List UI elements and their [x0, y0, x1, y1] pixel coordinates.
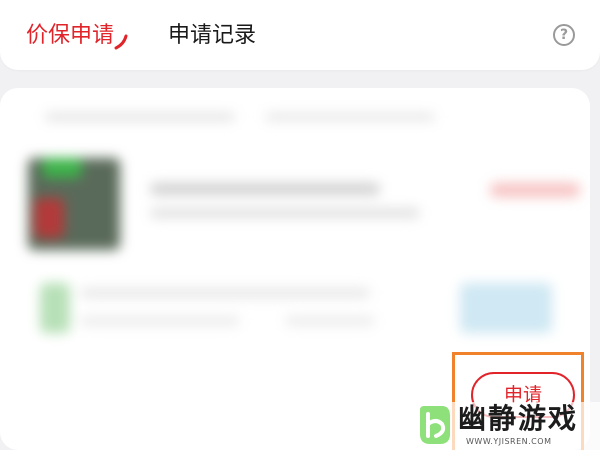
blurred-text [285, 316, 375, 326]
tab-price-protection-apply[interactable]: 价保申请 [26, 22, 114, 50]
blurred-product-title [150, 183, 380, 195]
blurred-price [490, 183, 580, 197]
watermark-logo-icon [420, 406, 450, 444]
help-icon[interactable]: ? [553, 24, 575, 46]
watermark-brand: 幽静游戏 [458, 402, 579, 435]
blurred-text [80, 316, 240, 326]
blurred-text [80, 288, 370, 298]
app-screen: 价保申请 申请记录 ? 申请 幽静游戏 WWW.YJISREN.COM [0, 0, 600, 450]
blurred-text [265, 113, 435, 121]
product-thumbnail-detail [34, 198, 64, 238]
tab-apply-records[interactable]: 申请记录 [168, 22, 256, 50]
blurred-button [460, 283, 552, 333]
blurred-text [45, 113, 235, 121]
blurred-icon [40, 283, 70, 333]
blurred-product-subtitle [150, 208, 420, 218]
watermark-url: WWW.YJISREN.COM [466, 437, 552, 446]
active-tab-indicator-icon [114, 34, 128, 50]
product-thumbnail-detail [42, 158, 82, 178]
tab-header: 价保申请 申请记录 ? [0, 0, 600, 70]
